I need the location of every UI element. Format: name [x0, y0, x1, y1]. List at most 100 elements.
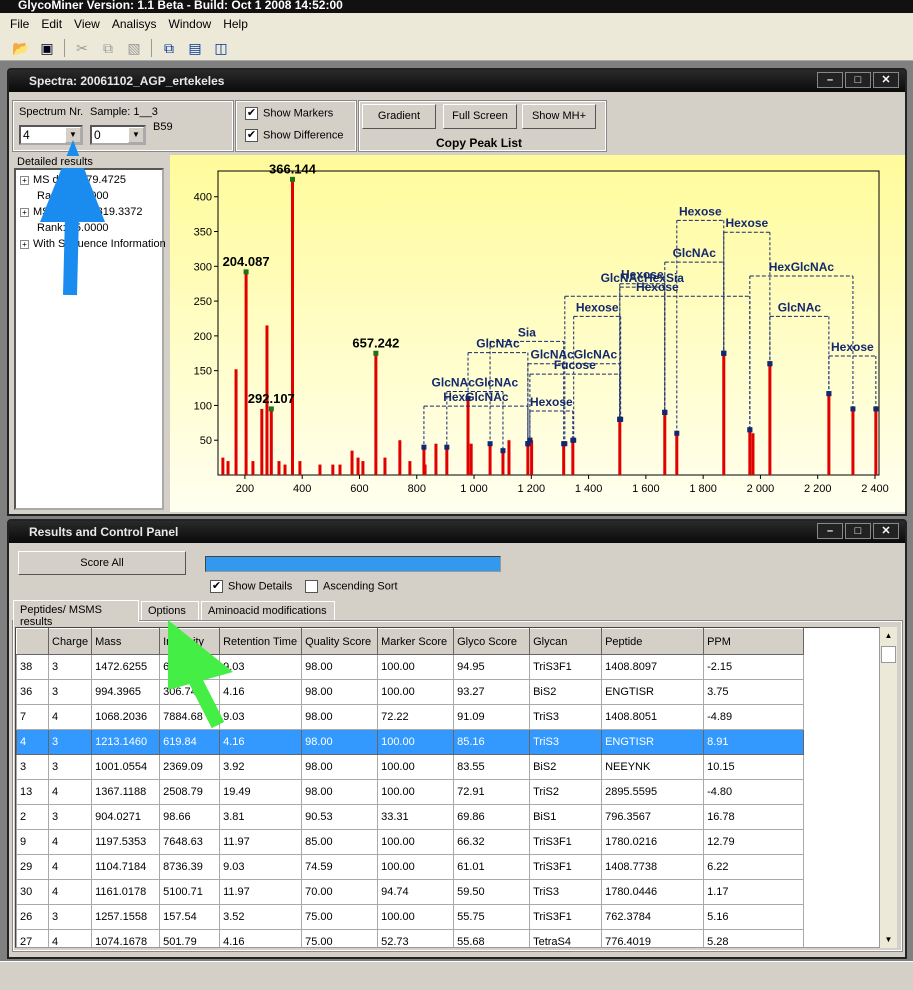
column-header[interactable]: Peptide [601, 628, 705, 655]
peak-bar [530, 440, 534, 475]
table-row[interactable]: 3 3 1001.0554 2369.09 3.92 98.00 100.00 83.55 Bi… [16, 754, 805, 780]
column-header[interactable]: Marker Score [377, 628, 455, 655]
chevron-down-icon[interactable]: ▼ [65, 127, 81, 143]
table-cell: 59.50 [453, 879, 531, 905]
scroll-up-icon[interactable]: ▲ [880, 627, 897, 644]
tree-item[interactable]: Rank: 98.0000 [20, 190, 162, 206]
show-difference-checkbox[interactable]: ✔ Show Difference [245, 129, 344, 142]
table-cell: 6.22 [703, 854, 805, 880]
show-details-checkbox[interactable]: ✔ Show Details [210, 580, 292, 593]
table-row[interactable]: 27 4 1074.1678 501.79 4.16 75.00 52.73 55.68 Tet… [16, 929, 805, 947]
spectra-window-title-bar[interactable]: Spectra: 20061102_AGP_ertekeles – □ ✕ [9, 70, 905, 92]
table-cell: 85.16 [453, 729, 531, 755]
tree-item[interactable]: + MS data: 979.4725 [20, 174, 162, 190]
close-button[interactable]: ✕ [873, 72, 899, 88]
y-tick-label: 200 [194, 331, 212, 343]
maximize-button[interactable]: □ [845, 523, 871, 539]
table-row[interactable]: 7 4 1068.2036 7884.68 9.03 98.00 72.22 91.09 Tri… [16, 704, 805, 730]
app-title: GlycoMiner Version: 1.1 Beta - Build: Oc… [18, 0, 343, 12]
table-row[interactable]: 2 3 904.0271 98.66 3.81 90.53 33.31 69.86 BiS1 79… [16, 804, 805, 830]
tree-item[interactable]: + With Sequence Information [20, 238, 166, 254]
cut-icon[interactable]: ✂ [73, 40, 91, 56]
table-row[interactable]: 13 4 1367.1188 2508.79 19.49 98.00 100.00 72.91… [16, 779, 805, 805]
scroll-down-icon[interactable]: ▼ [880, 931, 897, 948]
spectrum-select[interactable]: 4 ▼ [19, 125, 83, 145]
minimize-button[interactable]: – [817, 72, 843, 88]
table-cell: 1161.0178 [91, 879, 161, 905]
chevron-down-icon[interactable]: ▼ [128, 127, 144, 143]
table-cell: 100.00 [377, 654, 455, 680]
column-header[interactable]: Charge [47, 628, 93, 655]
column-header[interactable]: Retention Time [219, 628, 303, 655]
table-row[interactable]: 4 3 1213.1460 619.84 4.16 98.00 100.00 85.16 Tri… [16, 729, 805, 755]
scroll-thumb[interactable] [881, 646, 896, 663]
x-tick-label: 800 [408, 483, 426, 495]
vertical-scrollbar[interactable]: ▲ ▼ [880, 627, 897, 948]
check-icon: ✔ [210, 580, 223, 593]
menu-view[interactable]: View [74, 17, 100, 31]
sample-select[interactable]: 0 ▼ [90, 125, 146, 145]
column-header[interactable]: Glyco Score [453, 628, 531, 655]
peak-bar [562, 443, 566, 475]
menu-bar: File Edit View Analisys Window Help [0, 13, 913, 35]
paste-icon[interactable]: ▧ [125, 40, 143, 56]
tab-peptides[interactable]: Peptides/ MSMS results [13, 600, 139, 628]
peak-marker [243, 269, 249, 275]
table-cell: 98.66 [159, 804, 221, 830]
table-cell: 1367.1188 [91, 779, 161, 805]
tab-options[interactable]: Options [141, 601, 199, 621]
table-row[interactable]: 38 3 1472.6255 617.93 9.03 98.00 100.00 94.95 Tr… [16, 654, 805, 680]
tree-item[interactable]: Rank: 15.0000 [20, 222, 162, 238]
table-row[interactable]: 30 4 1161.0178 5100.71 11.97 70.00 94.74 59.50 T… [16, 879, 805, 905]
column-header[interactable] [16, 628, 49, 655]
table-row[interactable]: 29 4 1104.7184 8736.39 9.03 74.59 100.00 61.01 T… [16, 854, 805, 880]
show-mh-button[interactable]: Show MH+ [522, 104, 596, 129]
column-header[interactable]: PPM [703, 628, 805, 655]
results-window-title-bar[interactable]: Results and Control Panel – □ ✕ [9, 521, 905, 543]
spectrum-chart[interactable]: 200 400 600 800 1 000 1 200 1 400 1 600 1 800 2 0… [170, 155, 905, 512]
save-icon[interactable]: ▣ [38, 40, 56, 56]
cascade-icon[interactable]: ⧉ [160, 40, 178, 56]
table-cell: 55.75 [453, 904, 531, 930]
menu-analisys[interactable]: Analisys [112, 17, 157, 31]
menu-help[interactable]: Help [223, 17, 248, 31]
show-difference-label: Show Difference [263, 129, 344, 142]
table-cell: 7648.63 [159, 829, 221, 855]
column-header[interactable]: Quality Score [301, 628, 379, 655]
score-all-button[interactable]: Score All [18, 551, 186, 575]
ascending-sort-checkbox[interactable]: Ascending Sort [305, 580, 398, 593]
table-row[interactable]: 26 3 1257.1558 157.54 3.52 75.00 100.00 55.75 Tr… [16, 904, 805, 930]
table-cell: 7884.68 [159, 704, 221, 730]
peak-bar [356, 457, 360, 475]
show-markers-checkbox[interactable]: ✔ Show Markers [245, 107, 333, 120]
peak-bar [874, 408, 878, 475]
minimize-button[interactable]: – [817, 523, 843, 539]
gradient-button[interactable]: Gradient [362, 104, 436, 129]
annotation-marker [662, 409, 668, 415]
table-cell: 13 [16, 779, 49, 805]
table-row[interactable]: 9 4 1197.5353 7648.63 11.97 85.00 100.00 66.32 T… [16, 829, 805, 855]
menu-file[interactable]: File [10, 17, 29, 31]
menu-edit[interactable]: Edit [41, 17, 62, 31]
open-folder-icon[interactable]: 📂 [12, 40, 30, 56]
table-cell: 8736.39 [159, 854, 221, 880]
peak-bar [244, 271, 248, 475]
menu-window[interactable]: Window [169, 17, 212, 31]
annotation-marker [444, 444, 450, 450]
copy-icon[interactable]: ⧉ [99, 40, 117, 56]
column-header[interactable]: Glycan [529, 628, 603, 655]
maximize-button[interactable]: □ [845, 72, 871, 88]
column-header[interactable]: Mass [91, 628, 161, 655]
full-screen-button[interactable]: Full Screen [443, 104, 517, 129]
tile-horizontal-icon[interactable]: ▤ [186, 40, 204, 56]
tab-aminoacid-modifications[interactable]: Aminoacid modifications [201, 601, 335, 621]
tile-vertical-icon[interactable]: ◫ [212, 40, 230, 56]
table-cell: 1.17 [703, 879, 805, 905]
table-row[interactable]: 36 3 994.3965 306.74 4.16 98.00 100.00 93.27 BiS… [16, 679, 805, 705]
details-tree[interactable]: + MS data: 979.4725 Rank: 98.0000 + MSMS d… [14, 168, 166, 510]
annotation-marker [767, 361, 773, 367]
tree-item[interactable]: + MSMS data: 819.3372 [20, 206, 162, 222]
close-button[interactable]: ✕ [873, 523, 899, 539]
copy-peak-list-button[interactable]: Copy Peak List [436, 136, 522, 150]
column-header[interactable]: Intensity [159, 628, 221, 655]
